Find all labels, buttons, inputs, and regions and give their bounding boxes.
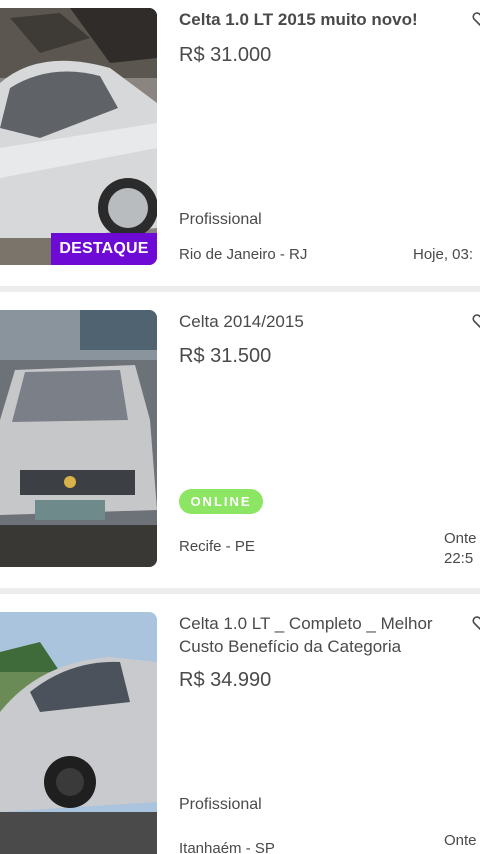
- listing-date-time: 22:5: [444, 550, 474, 567]
- listing-photo[interactable]: [0, 612, 157, 854]
- listing-date-day: Onte: [444, 530, 477, 547]
- silver-car-side-photo: [0, 612, 157, 854]
- seller-type: Profissional: [179, 796, 262, 813]
- listing-photo[interactable]: DESTAQUE: [0, 8, 157, 265]
- listing-price: R$ 31.500: [179, 345, 272, 367]
- listing-card[interactable]: Celta 1.0 LT _ Completo _ Melhor Custo B…: [0, 594, 480, 854]
- listing-date: Onte 22:5: [444, 529, 480, 569]
- listing-title[interactable]: Celta 1.0 LT 2015 muito novo!: [179, 8, 464, 31]
- silver-car-front-photo: [0, 310, 157, 567]
- seller-type: Profissional: [179, 211, 262, 228]
- listing-price: R$ 31.000: [179, 44, 272, 66]
- listing-date-day: Onte: [444, 832, 477, 849]
- heart-outline-icon[interactable]: [472, 12, 480, 26]
- highlight-badge: DESTAQUE: [51, 233, 157, 265]
- listing-location: Recife - PE: [179, 538, 255, 555]
- heart-outline-icon[interactable]: [472, 616, 480, 630]
- listing-date: Hoje, 03:: [413, 246, 474, 263]
- listing-photo[interactable]: [0, 310, 157, 567]
- listing-feed: DESTAQUE Celta 1.0 LT 2015 muito novo! R…: [0, 0, 480, 854]
- heart-outline-icon[interactable]: [472, 314, 480, 328]
- listing-card[interactable]: Celta 2014/2015 R$ 31.500 ONLINE Recife …: [0, 292, 480, 588]
- listing-title[interactable]: Celta 2014/2015: [179, 310, 464, 333]
- listing-location: Itanhaém - SP: [179, 840, 275, 854]
- listing-title[interactable]: Celta 1.0 LT _ Completo _ Melhor Custo B…: [179, 612, 464, 658]
- listing-card[interactable]: DESTAQUE Celta 1.0 LT 2015 muito novo! R…: [0, 0, 480, 286]
- online-status-badge: ONLINE: [179, 489, 263, 514]
- listing-date: Onte: [444, 831, 480, 851]
- listing-location: Rio de Janeiro - RJ: [179, 246, 308, 263]
- silver-car-photo: [0, 8, 157, 265]
- listing-price: R$ 34.990: [179, 669, 272, 691]
